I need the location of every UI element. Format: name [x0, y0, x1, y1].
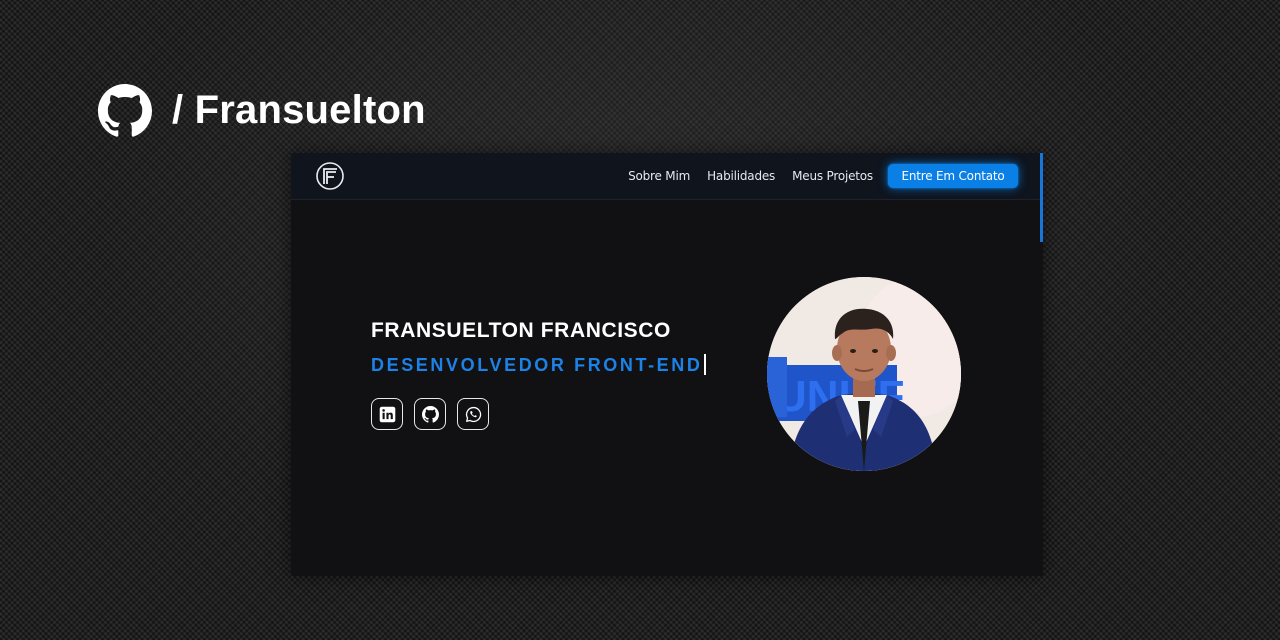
github-button[interactable]	[414, 398, 446, 430]
nav-links: Sobre Mim Habilidades Meus Projetos	[628, 168, 873, 184]
nav-link-sobre-mim[interactable]: Sobre Mim	[628, 168, 690, 184]
nav-link-habilidades[interactable]: Habilidades	[707, 168, 775, 184]
hero-role: DESENVOLVEDOR FRONT-END	[371, 353, 706, 377]
nav-link-meus-projetos[interactable]: Meus Projetos	[792, 168, 873, 184]
linkedin-icon	[379, 406, 395, 422]
contact-button[interactable]: Entre Em Contato	[888, 164, 1018, 188]
hero-role-text: DESENVOLVEDOR FRONT-END	[371, 355, 703, 375]
social-links	[371, 398, 489, 430]
linkedin-button[interactable]	[371, 398, 403, 430]
hero-name: FRANSUELTON FRANCISCO	[371, 319, 671, 342]
typing-caret	[703, 354, 706, 375]
ff-monogram-logo[interactable]	[315, 160, 345, 192]
scrollbar-thumb[interactable]	[1040, 153, 1043, 242]
whatsapp-icon	[465, 406, 481, 422]
whatsapp-button[interactable]	[457, 398, 489, 430]
repo-title: / Fransuelton	[172, 88, 426, 132]
profile-photo: UNIFF	[767, 277, 961, 471]
website-preview: Sobre Mim Habilidades Meus Projetos Entr…	[291, 153, 1043, 576]
github-icon	[98, 84, 152, 138]
site-navbar: Sobre Mim Habilidades Meus Projetos Entr…	[291, 153, 1043, 200]
github-icon	[421, 405, 439, 423]
